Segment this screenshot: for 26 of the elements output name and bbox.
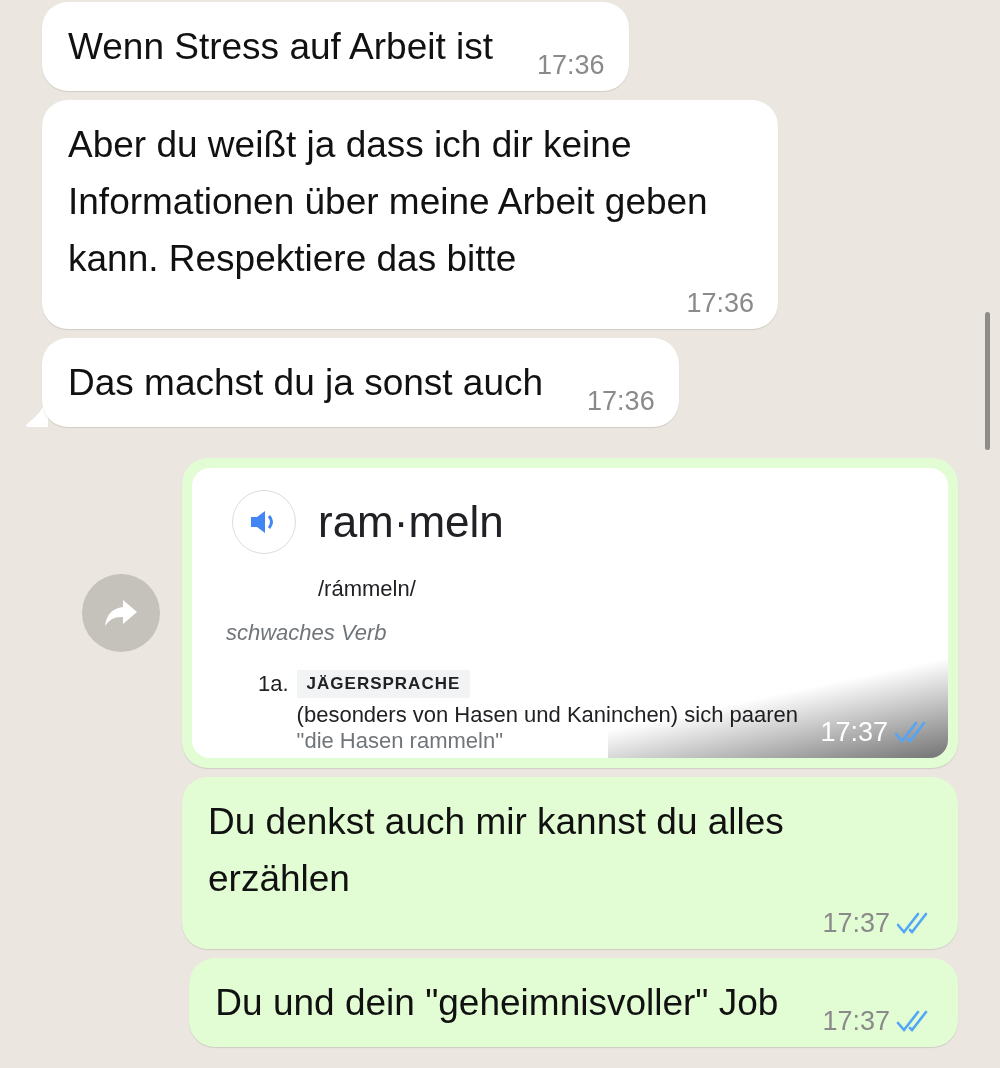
pronunciation: /rámmeln/: [318, 576, 417, 602]
scrollbar[interactable]: [985, 312, 990, 450]
message-bubble[interactable]: Du und dein "geheimnisvoller" Job 17:37: [189, 958, 958, 1047]
message-text: Aber du weißt ja dass ich dir keine Informationen über meine Arbeit geben kann. Respektiere das bitte: [68, 123, 709, 281]
message-text: Du und dein "geheimnisvoller" Job: [215, 981, 779, 1025]
usage-tag: JÄGERSPRACHE: [296, 670, 471, 698]
sense-number: 1a.: [258, 670, 289, 698]
message-time: 17:37: [820, 716, 888, 748]
message-time: 17:37: [822, 1005, 890, 1037]
message-bubble[interactable]: Wenn Stress auf Arbeit ist 17:36: [42, 2, 629, 91]
message-time: 17:36: [686, 287, 754, 319]
dictionary-word: ram·meln: [318, 497, 504, 547]
message-time: 17:37: [822, 907, 890, 939]
message-time: 17:36: [587, 385, 655, 417]
message-text: Wenn Stress auf Arbeit ist: [68, 25, 493, 69]
word-class: schwaches Verb: [226, 620, 388, 646]
example-text: "die Hasen rammeln": [296, 728, 503, 754]
message-bubble[interactable]: Aber du weißt ja dass ich dir keine Informationen über meine Arbeit geben kann. Respektiere das bitte 17:36: [42, 100, 778, 329]
message-bubble[interactable]: Du denkst auch mir kannst du alles erzählen 17:37: [182, 777, 958, 949]
definition-text: (besonders von Hasen und Kaninchen) sich paaren: [296, 702, 799, 728]
forward-icon: [103, 598, 139, 628]
message-bubble[interactable]: Das machst du ja sonst auch 17:36: [42, 338, 679, 427]
message-text: Das machst du ja sonst auch: [68, 361, 544, 405]
message-time: 17:36: [537, 49, 605, 81]
message-text: Du denkst auch mir kannst du alles erzählen: [208, 800, 785, 901]
image-message[interactable]: ram·meln /rámmeln/ schwaches Verb 1a. JÄGERSPRACHE (besonders von Hasen und Kaninchen) sich paaren "die Hasen rammeln" 17:37: [182, 458, 958, 768]
